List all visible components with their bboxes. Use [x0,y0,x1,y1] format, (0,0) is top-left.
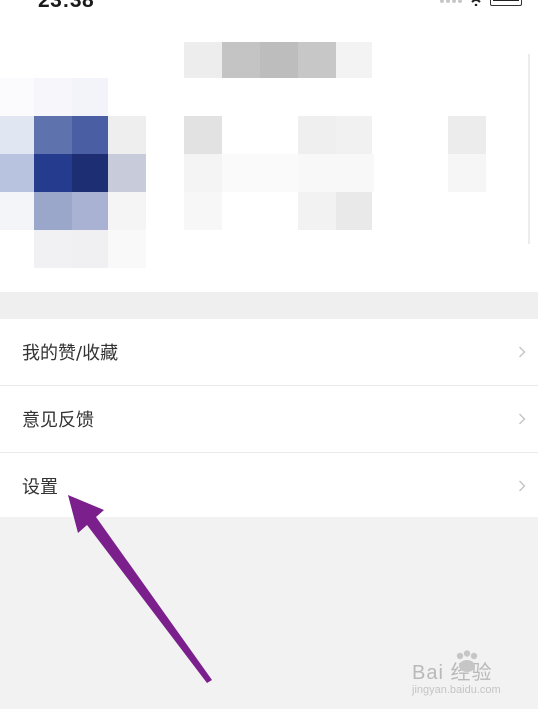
menu-item-label: 意见反馈 [22,410,94,431]
menu-item-settings[interactable]: 设置 [0,453,538,519]
section-gap [0,292,538,319]
menu-item-feedback[interactable]: 意见反馈 [0,386,538,453]
battery-icon [490,0,522,6]
status-time: 23:38 [38,0,95,12]
signal-icon [440,0,462,3]
watermark: Bai 经验 jingyan.baidu.com [412,650,532,700]
chevron-right-icon [519,480,526,492]
status-icons [440,0,522,6]
menu-item-likes-favorites[interactable]: 我的赞/收藏 [0,319,538,386]
chevron-right-icon [519,346,526,358]
divider [528,54,530,244]
chevron-right-icon [519,413,526,425]
watermark-url: jingyan.baidu.com [412,684,501,696]
wifi-icon [471,0,481,6]
menu-item-label: 设置 [22,477,58,498]
menu-item-label: 我的赞/收藏 [22,343,119,364]
profile-header-pixelated [0,14,538,292]
paw-icon [456,650,478,672]
settings-menu: 我的赞/收藏 意见反馈 设置 [0,319,538,519]
status-bar: 23:38 [0,0,538,14]
blurred-profile-mosaic [0,14,538,292]
